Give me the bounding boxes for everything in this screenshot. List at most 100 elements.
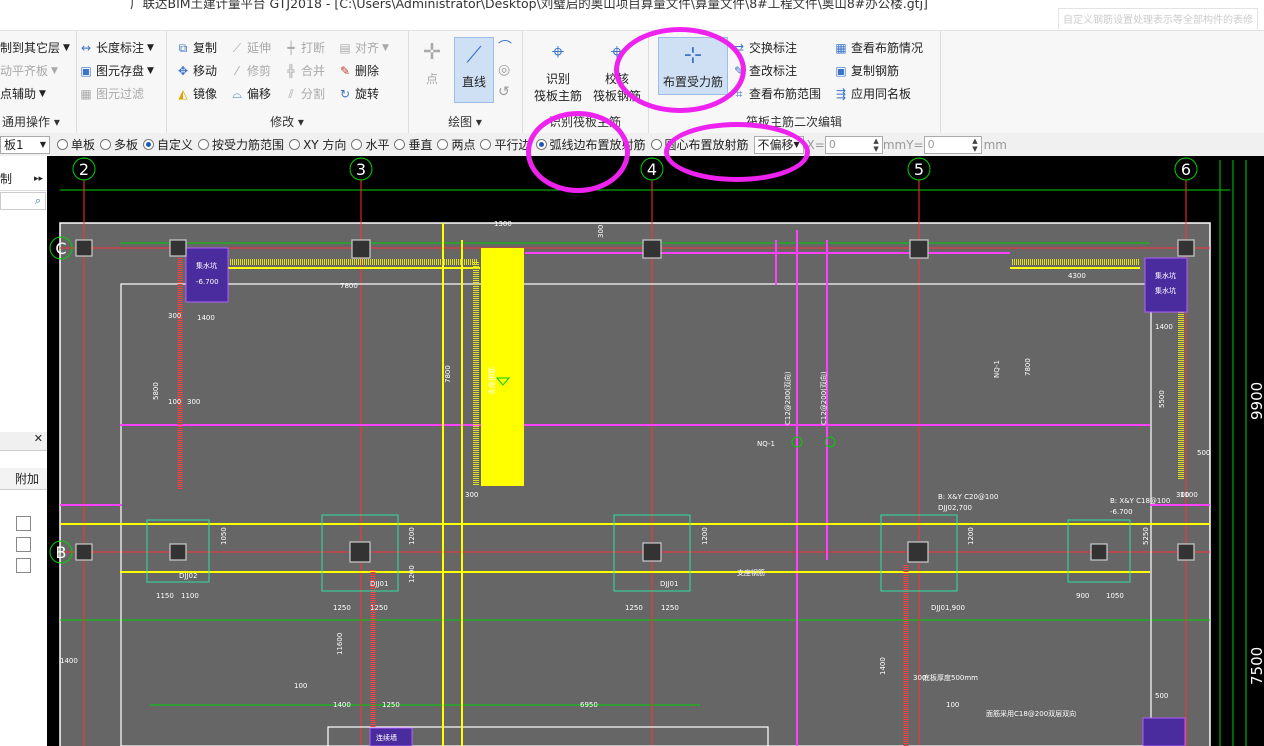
spinner-icon[interactable]: ▲ ▼ xyxy=(873,137,878,153)
ribbon-group-draw: ✛ 点 ⟋ 直线 ⌒ ◎ ↺ 绘图 ▾ xyxy=(408,31,523,134)
swap-label-button[interactable]: ⇄ 交换标注 xyxy=(732,39,797,56)
help-search-box[interactable]: 自定义钢筋设置处理表示等全部构件的表修 xyxy=(1058,8,1258,30)
dim-label: 1250 xyxy=(625,604,643,612)
merge-icon: ╬ xyxy=(287,63,295,78)
draw-small-tools: ⌒ ◎ ↺ xyxy=(498,37,512,103)
radio[interactable] xyxy=(480,139,492,150)
break-button[interactable]: ┿ 打断 xyxy=(284,39,325,56)
move-button[interactable]: ✥ 移动 xyxy=(176,62,217,79)
x-input[interactable]: 0 ▲ ▼ xyxy=(824,135,883,154)
view-rebar-range-button[interactable]: ⌗ 查看布筋范围 xyxy=(732,85,821,102)
save-element-button[interactable]: ▣ 图元存盘 ▼ xyxy=(79,62,154,79)
dim-label: DJJ01,900 xyxy=(931,604,965,612)
element-filter-button[interactable]: ▦ 图元过滤 xyxy=(79,85,144,102)
y-input[interactable]: 0 ▲ ▼ xyxy=(923,135,982,154)
opt-horizontal[interactable]: 水平 xyxy=(348,136,389,153)
footing-label: DJJ01 xyxy=(660,580,678,588)
circle-icon[interactable]: ◎ xyxy=(498,59,512,81)
radio[interactable] xyxy=(650,139,662,150)
arc-icon[interactable]: ⌒ xyxy=(498,37,512,59)
spinner-icon[interactable]: ▲ ▼ xyxy=(972,137,977,153)
radio[interactable] xyxy=(437,139,449,150)
view-rebar-status-button[interactable]: ▦ 查看布筋情况 xyxy=(834,39,923,56)
axis-label-x: 5 xyxy=(914,160,924,179)
dim-label: 1250 xyxy=(661,604,679,612)
slab-select[interactable]: 板1 ▼ xyxy=(0,135,50,154)
raft-slab[interactable] xyxy=(59,222,1211,746)
mirror-icon: ◭ xyxy=(178,86,188,101)
merge-button[interactable]: ╬ 合并 xyxy=(284,62,325,79)
panel-search-input[interactable]: ⌕ xyxy=(0,192,46,210)
point-assist-button[interactable]: 点辅助 ▼ xyxy=(0,85,46,102)
draw-line-button[interactable]: ⟋ 直线 xyxy=(454,37,494,103)
checkbox-additional[interactable] xyxy=(16,558,31,573)
radio[interactable] xyxy=(351,139,363,150)
dim-label: 1100 xyxy=(181,592,199,600)
highlight-circle-place-rebar xyxy=(614,27,746,113)
opt-vertical[interactable]: 垂直 xyxy=(391,136,432,153)
offset-button[interactable]: ⌓ 偏移 xyxy=(230,85,271,102)
split-button[interactable]: ⫽ 分割 xyxy=(284,85,325,102)
opt-two-points[interactable]: 两点 xyxy=(434,136,475,153)
dim-label: 1150 xyxy=(156,592,174,600)
opt-single-slab[interactable]: 单板 xyxy=(54,136,95,153)
search-icon[interactable]: ⌕ xyxy=(35,194,41,208)
close-icon[interactable]: ✕ xyxy=(34,432,43,445)
length-dim-button[interactable]: ↔ 长度标注 ▼ xyxy=(79,39,154,56)
apply-icon: ⇶ xyxy=(835,86,847,101)
dim-label: 1200 xyxy=(701,527,709,545)
split-icon: ⫽ xyxy=(288,86,294,101)
footing-label: -6.700 xyxy=(1110,508,1133,516)
dim-label: 1250 xyxy=(370,604,388,612)
axis-label-x: 3 xyxy=(356,160,366,179)
dim-label: 1200 xyxy=(408,527,416,545)
window-title: 广联达BIM土建计量平台 GTJ2018 - [C:\Users\Adminis… xyxy=(130,0,928,11)
radio[interactable] xyxy=(289,139,301,150)
auto-align-slab-button[interactable]: 动平齐板 ▼ xyxy=(0,62,58,79)
extend-button[interactable]: ⟋ 延伸 xyxy=(230,39,271,56)
cad-drawing-canvas[interactable]: 2 3 4 5 6 C B 9900 7500 1300 300 7800 43… xyxy=(47,156,1264,746)
radio[interactable] xyxy=(57,139,68,150)
opt-by-rebar-range[interactable]: 按受力筋范围 xyxy=(195,136,284,153)
trim-button[interactable]: ⁄ 修剪 xyxy=(230,62,271,79)
checkbox-additional[interactable] xyxy=(16,516,31,531)
identify-raft-rebar-button[interactable]: ⌖ 识别 筏板主筋 xyxy=(532,35,584,105)
group-label-general[interactable]: 通用操作 ▾ xyxy=(2,113,76,130)
expand-icon[interactable]: ▸▸ xyxy=(34,168,43,190)
dim-label: 1400 xyxy=(197,314,215,322)
opt-parallel-edge[interactable]: 平行边 xyxy=(477,136,531,153)
draw-point-button[interactable]: ✛ 点 xyxy=(414,35,450,88)
copy-to-floor-button[interactable]: 制到其它层 ▼ xyxy=(0,39,70,56)
opt-xy-direction[interactable]: XY 方向 xyxy=(286,136,346,153)
group-label-draw[interactable]: 绘图 ▾ xyxy=(408,113,522,130)
dim-label: 300 xyxy=(465,491,478,499)
radio-selected[interactable] xyxy=(143,139,155,150)
wall-block[interactable] xyxy=(481,248,524,486)
dim-label: 1200 xyxy=(408,565,416,583)
delete-button[interactable]: ✎ 删除 xyxy=(338,62,379,79)
opt-multi-slab[interactable]: 多板 xyxy=(97,136,138,153)
radio[interactable] xyxy=(100,139,112,150)
copy-rebar-button[interactable]: ▣ 复制钢筋 xyxy=(834,62,899,79)
rotate-icon: ↻ xyxy=(339,86,351,101)
dim-label: 1400 xyxy=(1155,323,1173,331)
radio[interactable] xyxy=(394,139,406,150)
copy-button[interactable]: ⧉ 复制 xyxy=(176,39,217,56)
extend-icon: ⟋ xyxy=(232,40,242,55)
length-dim-icon: ↔ xyxy=(80,40,92,55)
radio[interactable] xyxy=(198,139,210,150)
unit-label: mm xyxy=(983,137,1007,152)
group-label-modify[interactable]: 修改 ▾ xyxy=(166,113,408,130)
checkbox-additional[interactable] xyxy=(16,537,31,552)
opt-custom[interactable]: 自定义 xyxy=(140,136,193,153)
pit-label: 集水坑 xyxy=(196,261,217,270)
rotate-point-icon[interactable]: ↺ xyxy=(498,81,512,103)
apply-same-slab-button[interactable]: ⇶ 应用同名板 xyxy=(834,85,911,102)
panel-tab-row: 制 ▸▸ xyxy=(0,168,47,191)
wall-label: NQ-1 xyxy=(993,360,1001,378)
align-button[interactable]: ▤ 对齐 ▼ xyxy=(338,39,389,56)
mirror-button[interactable]: ◭ 镜像 xyxy=(176,85,217,102)
dim-label: 5250 xyxy=(1142,527,1150,545)
ribbon-group-modify: ⧉ 复制 ⟋ 延伸 ┿ 打断 ▤ 对齐 ▼ ✥ 移动 ⁄ 修剪 ╬ 合并 ✎ 删除 ◭ 镜像 ⌓ 偏移… xyxy=(166,31,409,134)
rotate-button[interactable]: ↻ 旋转 xyxy=(338,85,379,102)
